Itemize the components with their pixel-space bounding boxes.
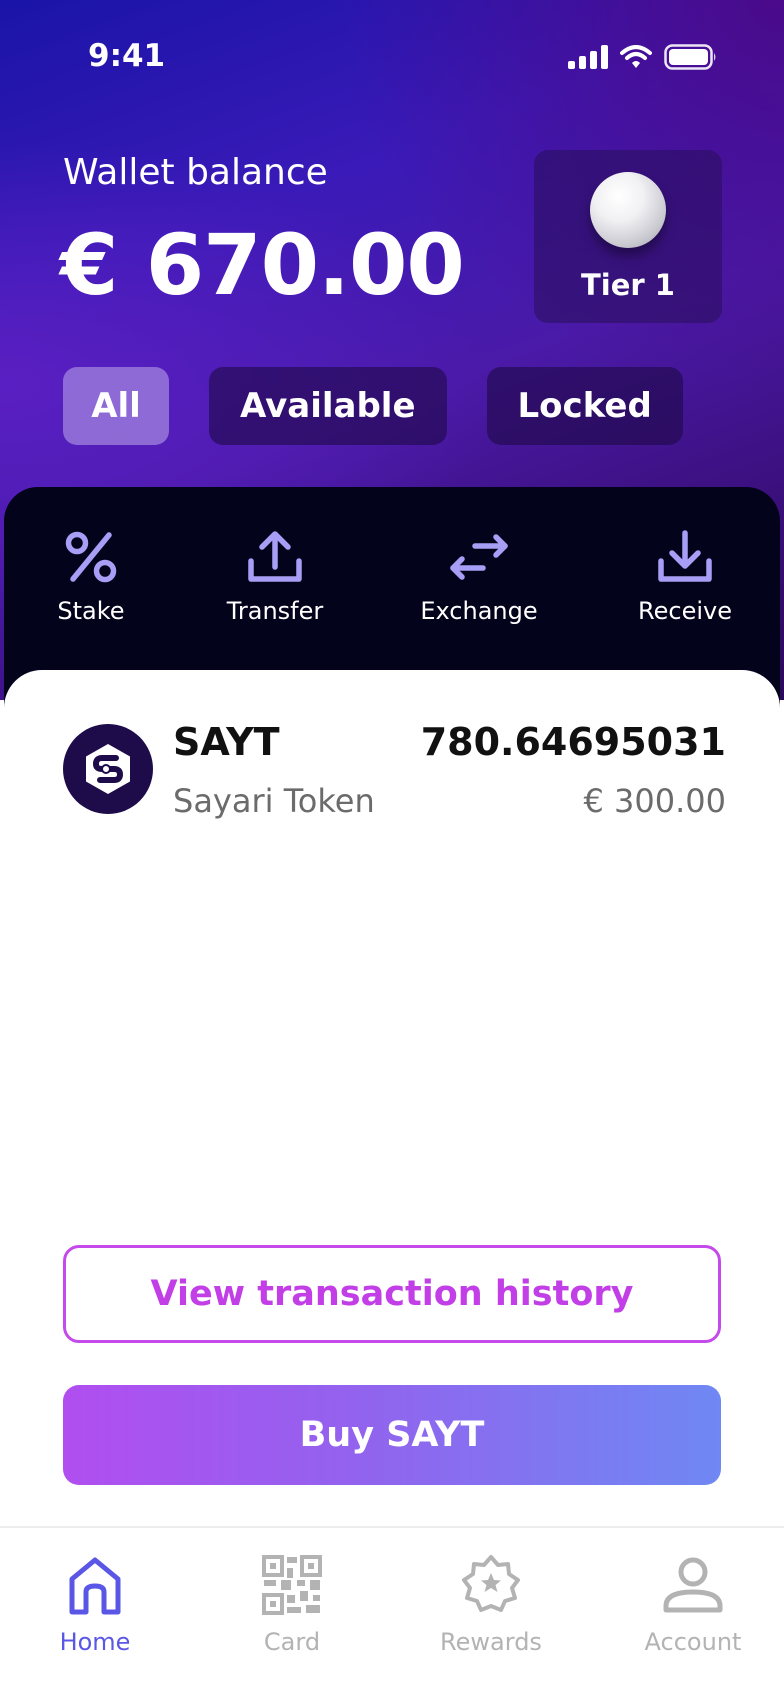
receive-action[interactable]: Receive: [610, 529, 760, 625]
token-symbol: SAYT: [173, 720, 280, 764]
transfer-label: Transfer: [226, 597, 324, 625]
stake-action[interactable]: Stake: [16, 529, 166, 625]
tier-pearl-icon: [590, 172, 666, 248]
nav-home-label: Home: [59, 1628, 131, 1656]
tier-card[interactable]: Tier 1: [534, 150, 722, 323]
signal-icon: [568, 45, 608, 69]
sayt-token-logo-icon: [63, 724, 153, 814]
tier-label: Tier 1: [581, 268, 675, 302]
wifi-icon: [620, 45, 652, 68]
exchange-action[interactable]: Exchange: [404, 529, 554, 625]
nav-card[interactable]: Card: [217, 1554, 367, 1656]
percent-icon: [65, 531, 117, 583]
rewards-badge-icon: [462, 1555, 520, 1612]
upload-icon: [248, 531, 302, 582]
token-fiat-value: € 300.00: [583, 782, 727, 820]
receive-label: Receive: [638, 597, 732, 625]
home-icon: [69, 1557, 121, 1615]
exchange-label: Exchange: [420, 597, 538, 625]
exchange-arrows-icon: [450, 534, 508, 580]
filter-all[interactable]: All: [63, 367, 169, 445]
transfer-action[interactable]: Transfer: [200, 529, 350, 625]
status-icons: [568, 44, 718, 70]
balance-label: Wallet balance: [63, 152, 328, 193]
token-amount: 780.64695031: [420, 720, 726, 764]
stake-label: Stake: [57, 597, 125, 625]
buy-sayt-button[interactable]: Buy SAYT: [63, 1385, 721, 1485]
bottom-navigation: Home Card Rewards Account: [0, 1526, 784, 1692]
nav-rewards-label: Rewards: [440, 1628, 542, 1656]
download-icon: [658, 530, 712, 582]
status-bar: 9:41: [0, 0, 784, 110]
user-icon: [663, 1557, 723, 1613]
token-name: Sayari Token: [173, 782, 375, 820]
battery-icon: [664, 44, 716, 70]
nav-card-label: Card: [263, 1628, 321, 1656]
nav-rewards[interactable]: Rewards: [416, 1554, 566, 1656]
view-transaction-history-button[interactable]: View transaction history: [63, 1245, 721, 1343]
nav-account-label: Account: [644, 1628, 742, 1656]
nav-account[interactable]: Account: [618, 1554, 768, 1656]
status-time: 9:41: [88, 38, 166, 74]
qr-code-icon: [262, 1555, 322, 1615]
balance-amount: € 670.00: [60, 216, 465, 314]
nav-home[interactable]: Home: [20, 1554, 170, 1656]
balance-filter-tabs: All Available Locked: [63, 367, 683, 445]
filter-locked[interactable]: Locked: [486, 367, 683, 445]
filter-available[interactable]: Available: [209, 367, 447, 445]
